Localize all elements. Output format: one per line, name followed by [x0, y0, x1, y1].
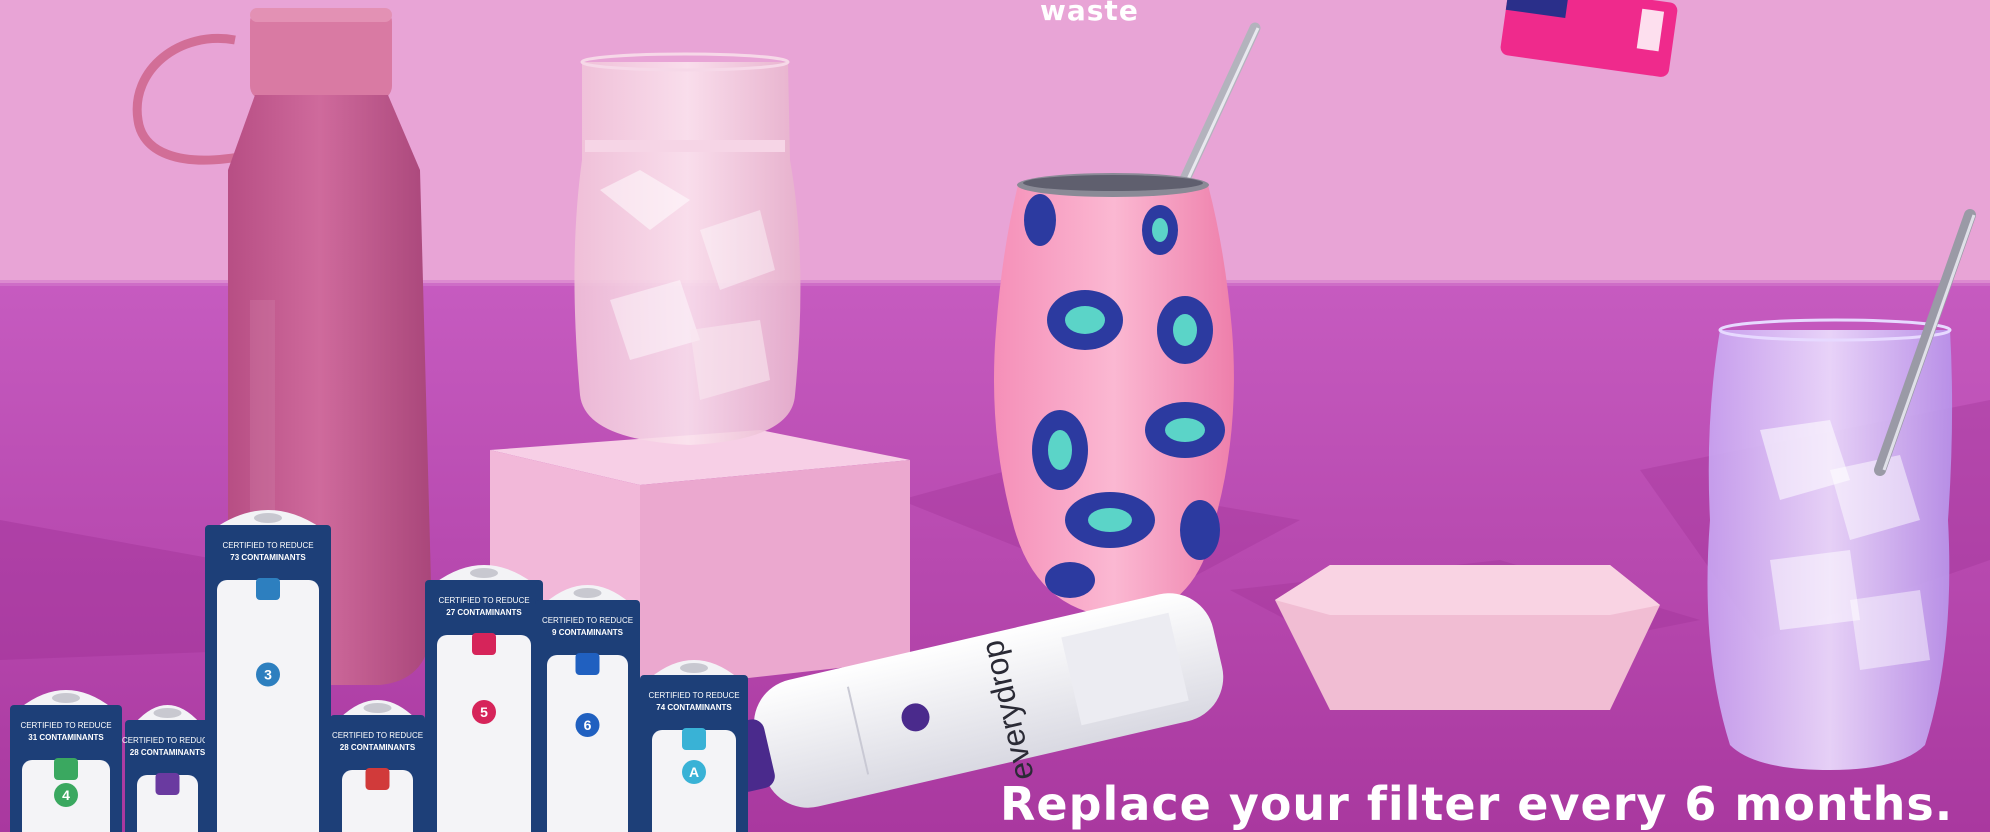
package-contaminants: 9 CONTAMINANTS [552, 628, 624, 637]
filter-package: CERTIFIED TO REDUCE 31 CONTAMINANTS 4 [10, 690, 122, 832]
package-claim: CERTIFIED TO REDUCE [542, 616, 633, 625]
scene-illustration: everydrop CERTIFIED TO REDUCE31 CONTAMIN… [0, 0, 1990, 832]
package-claim: CERTIFIED TO REDUCE [438, 596, 529, 605]
filter-package: CERTIFIED TO REDUCE 73 CONTAMINANTS 3 [205, 510, 331, 832]
package-contaminants: 27 CONTAMINANTS [446, 608, 522, 617]
package-claim: CERTIFIED TO REDUCE [648, 691, 739, 700]
filter-package: CERTIFIED TO REDUCE 74 CONTAMINANTS A [640, 660, 748, 832]
package-number: A [689, 764, 699, 780]
package-contaminants: 28 CONTAMINANTS [130, 748, 206, 757]
package-number: 6 [584, 717, 592, 733]
filter-package: CERTIFIED TO REDUCE 27 CONTAMINANTS 5 [425, 565, 543, 832]
package-claim: CERTIFIED TO REDUCE [122, 736, 213, 745]
package-contaminants: 28 CONTAMINANTS [340, 743, 416, 752]
pink-glass [574, 52, 801, 445]
hexagon-coaster [1275, 565, 1660, 710]
filter-package: CERTIFIED TO REDUCE 28 CONTAMINANTS [122, 705, 213, 832]
top-caption: waste [1040, 0, 1139, 27]
package-number: 4 [62, 787, 70, 803]
product-photo-scene: everydrop CERTIFIED TO REDUCE 31 CONTAMIN… [0, 0, 1990, 832]
package-claim: CERTIFIED TO REDUCE [332, 731, 423, 740]
package-contaminants: 31 CONTAMINANTS [28, 733, 104, 742]
package-claim: CERTIFIED TO REDUCE [222, 541, 313, 550]
filter-package: CERTIFIED TO REDUCE 9 CONTAMINANTS 6 [535, 585, 640, 832]
filter-package: CERTIFIED TO REDUCE 28 CONTAMINANTS [330, 700, 425, 832]
package-contaminants: 73 CONTAMINANTS [230, 553, 306, 562]
package-number: 3 [264, 667, 272, 683]
package-claim: CERTIFIED TO REDUCE [20, 721, 111, 730]
headline: Replace your filter every 6 months. [1000, 777, 1954, 831]
package-contaminants: 74 CONTAMINANTS [656, 703, 732, 712]
package-number: 5 [480, 704, 488, 720]
